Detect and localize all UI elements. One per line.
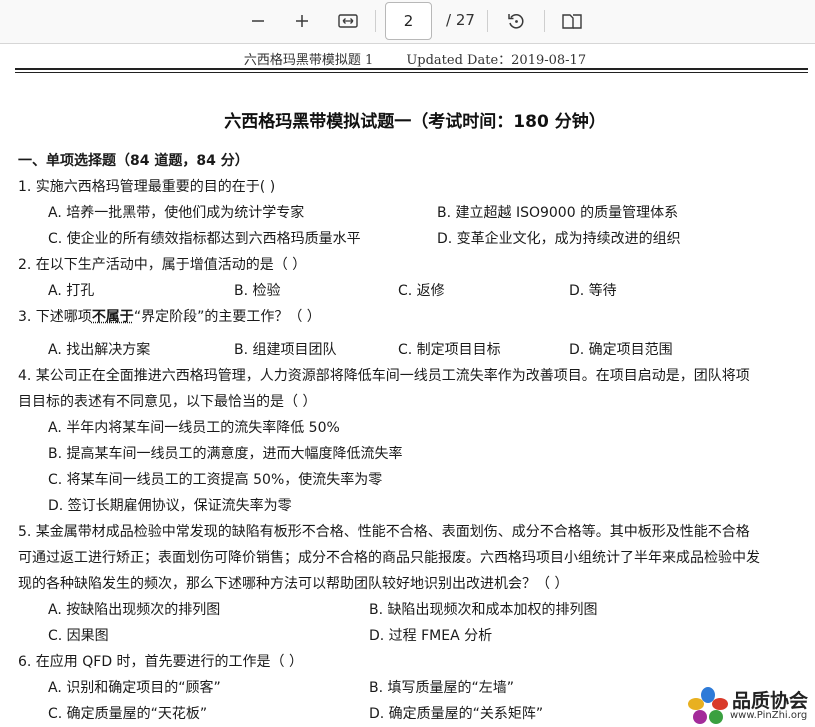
document-title: 六西格玛黑带模拟试题一（考试时间：180 分钟） <box>224 112 606 132</box>
q5-option-c: C. 因果图 <box>48 628 109 644</box>
question-5-line-3: 现的各种缺陷发生的频次，那么下述哪种方法可以帮助团队较好地识别出改进机会？（ ） <box>18 576 569 592</box>
rotate-icon <box>508 14 524 29</box>
q1-option-c: C. 使企业的所有绩效指标都达到六西格玛质量水平 <box>48 231 361 247</box>
toolbar-divider <box>487 10 488 32</box>
q6-option-a: A. 识别和确定项目的“顾客” <box>48 680 221 696</box>
q6-option-d: D. 确定质量屋的“关系矩阵” <box>369 706 544 722</box>
q5-option-d: D. 过程 FMEA 分析 <box>369 628 493 644</box>
q4-option-b: B. 提高某车间一线员工的满意度，进而大幅度降低流失率 <box>48 446 403 462</box>
q3-option-d: D. 确定项目范围 <box>569 342 673 358</box>
fit-width-icon <box>338 14 358 28</box>
running-header: 六西格玛黑带模拟题 1 Updated Date：2019-08-17 <box>243 53 587 68</box>
q2-option-c: C. 返修 <box>398 283 445 299</box>
document-page: 六西格玛黑带模拟题 1 Updated Date：2019-08-17 六西格玛… <box>0 44 815 727</box>
page-view-button[interactable] <box>557 6 587 36</box>
toolbar-divider <box>544 10 545 32</box>
q4-option-c: C. 将某车间一线员工的工资提高 50%，使流失率为零 <box>48 472 383 488</box>
header-rule <box>15 68 808 70</box>
q4-option-a: A. 半年内将某车间一线员工的流失率降低 50% <box>48 420 340 436</box>
q1-option-a: A. 培养一批黑带，使他们成为统计学专家 <box>48 205 305 221</box>
q3-emphasis: 不属于 <box>91 309 134 325</box>
minus-icon <box>252 20 264 22</box>
watermark-logo: 品质协会 www.PinZhi.org <box>686 686 815 727</box>
toolbar-divider <box>375 10 376 32</box>
fit-width-button[interactable] <box>333 6 363 36</box>
flower-logo-icon <box>688 687 728 724</box>
rotate-button[interactable] <box>501 6 531 36</box>
q2-option-d: D. 等待 <box>569 283 617 299</box>
pdf-toolbar: 2 / 27 <box>0 0 815 44</box>
header-rule-thin <box>15 72 808 73</box>
q3-text-post: “界定阶段”的主要工作？（ ） <box>133 309 321 325</box>
question-5-line-1: 5. 某金属带材成品检验中常发现的缺陷有板形不合格、性能不合格、表面划伤、成分不… <box>18 524 750 540</box>
q3-option-a: A. 找出解决方案 <box>48 342 151 358</box>
question-5-line-2: 可通过返工进行矫正；表面划伤可降价销售；成分不合格的商品只能报废。六西格玛项目小… <box>18 550 760 566</box>
question-4-line-2: 目目标的表述有不同意见，以下最恰当的是（ ） <box>18 394 317 410</box>
watermark-name: 品质协会 <box>732 690 809 712</box>
q4-option-d: D. 签订长期雇佣协议，保证流失率为零 <box>48 498 292 514</box>
watermark-url: www.PinZhi.org <box>730 710 808 721</box>
q1-option-d: D. 变革企业文化，成为持续改进的组织 <box>437 231 681 247</box>
question-2: 2. 在以下生产活动中，属于增值活动的是（ ） <box>18 257 307 273</box>
question-3: 3. 下述哪项不属于“界定阶段”的主要工作？（ ） <box>18 306 321 326</box>
question-6: 6. 在应用 QFD 时，首先要进行的工作是（ ） <box>18 654 304 670</box>
q5-option-a: A. 按缺陷出现频次的排列图 <box>48 602 221 618</box>
zoom-out-button[interactable] <box>243 6 273 36</box>
q3-text-pre: 3. 下述哪项 <box>18 309 92 325</box>
question-1: 1. 实施六西格玛管理最重要的目的在于( ) <box>18 179 276 195</box>
q3-option-b: B. 组建项目团队 <box>234 342 337 358</box>
page-total: / 27 <box>446 11 475 29</box>
page-number-input[interactable]: 2 <box>385 2 432 40</box>
zoom-in-button[interactable] <box>287 6 317 36</box>
q6-option-b: B. 填写质量屋的“左墙” <box>369 680 515 696</box>
two-page-view-icon <box>562 14 582 29</box>
plus-icon <box>296 15 308 27</box>
q2-option-a: A. 打孔 <box>48 283 95 299</box>
q3-option-c: C. 制定项目目标 <box>398 342 501 358</box>
q6-option-c: C. 确定质量屋的“天花板” <box>48 706 208 722</box>
question-4-line-1: 4. 某公司正在全面推进六西格玛管理，人力资源部将降低车间一线员工流失率作为改善… <box>18 368 750 384</box>
q5-option-b: B. 缺陷出现频次和成本加权的排列图 <box>369 602 598 618</box>
q2-option-b: B. 检验 <box>234 283 281 299</box>
q1-option-b: B. 建立超越 ISO9000 的质量管理体系 <box>437 205 679 221</box>
section-heading: 一、单项选择题（84 道题，84 分） <box>18 153 249 169</box>
